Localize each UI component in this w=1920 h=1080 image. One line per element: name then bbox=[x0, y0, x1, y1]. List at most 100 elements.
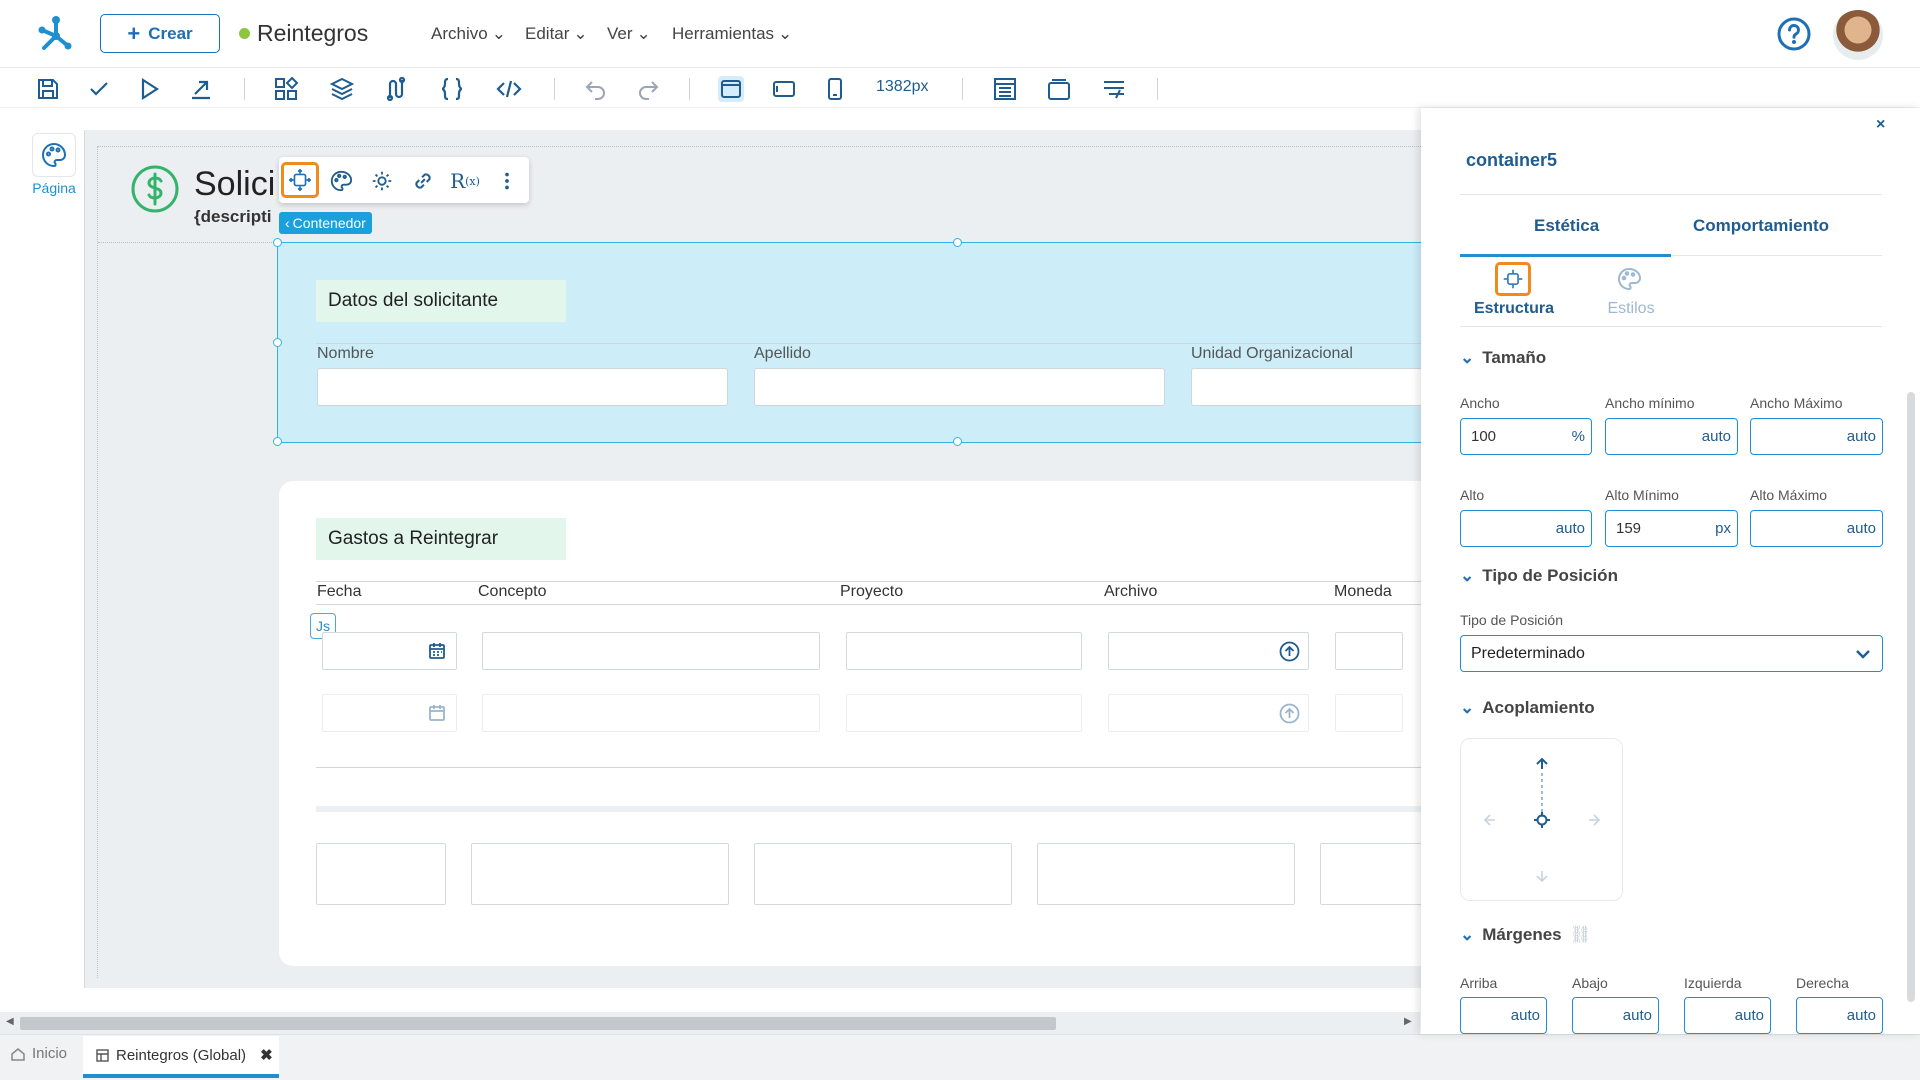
page-layout-icon[interactable] bbox=[992, 76, 1018, 102]
totals-cell[interactable] bbox=[754, 843, 1012, 905]
tab-reintegros-label: Reintegros (Global) bbox=[116, 1046, 247, 1064]
archivo-upload[interactable] bbox=[1108, 632, 1309, 670]
palette-icon[interactable] bbox=[326, 166, 356, 196]
panel-scrollbar[interactable] bbox=[1907, 392, 1915, 1002]
close-icon[interactable]: × bbox=[1876, 116, 1885, 134]
chevron-down-icon bbox=[1856, 649, 1870, 659]
palette-icon[interactable] bbox=[1616, 266, 1646, 296]
align-icon[interactable] bbox=[1101, 76, 1127, 102]
page-description[interactable]: {descripti bbox=[194, 207, 271, 227]
save-icon[interactable] bbox=[35, 76, 61, 102]
concepto-input[interactable] bbox=[482, 632, 820, 670]
container-breadcrumb-tag[interactable]: ‹ Contenedor bbox=[279, 212, 372, 234]
bottom-tab-bar bbox=[0, 1034, 1920, 1080]
desktop-view-icon[interactable] bbox=[718, 76, 744, 102]
tab-comportamiento[interactable]: Comportamiento bbox=[1693, 216, 1829, 236]
resize-handle[interactable] bbox=[273, 437, 282, 446]
flow-icon[interactable] bbox=[383, 76, 409, 102]
scroll-right-icon[interactable]: ▶ bbox=[1404, 1016, 1412, 1027]
margin-right-input[interactable]: auto bbox=[1796, 997, 1883, 1034]
unidad-organizacional-input[interactable] bbox=[1191, 368, 1427, 406]
min-height-label: Alto Mínimo bbox=[1605, 487, 1679, 503]
menu-archivo[interactable]: Archivo ⌄ bbox=[431, 24, 506, 44]
totals-cell[interactable] bbox=[1037, 843, 1295, 905]
undo-icon[interactable] bbox=[583, 76, 609, 102]
scrollbar-thumb[interactable] bbox=[20, 1017, 1056, 1030]
width-unit: % bbox=[1571, 428, 1585, 445]
resize-handle[interactable] bbox=[953, 437, 962, 446]
logo-icon[interactable] bbox=[34, 12, 78, 56]
subtabs-divider bbox=[1460, 326, 1882, 327]
max-height-input[interactable]: auto bbox=[1750, 510, 1883, 547]
close-icon[interactable]: ✖ bbox=[260, 1046, 273, 1064]
help-icon[interactable] bbox=[1777, 17, 1811, 51]
position-type-select[interactable]: Predeterminado bbox=[1460, 635, 1883, 672]
page-style-button[interactable] bbox=[32, 133, 76, 177]
layers-icon[interactable] bbox=[329, 76, 355, 102]
field-label-unidad: Unidad Organizacional bbox=[1191, 345, 1353, 362]
min-height-input[interactable]: 159 px bbox=[1605, 510, 1738, 547]
code-icon[interactable] bbox=[496, 76, 522, 102]
fecha-input[interactable] bbox=[322, 632, 457, 670]
upload-icon[interactable] bbox=[1279, 641, 1300, 662]
concepto-input-ghost bbox=[482, 694, 820, 732]
settings-icon[interactable] bbox=[367, 166, 397, 196]
subtab-estructura[interactable]: Estructura bbox=[1472, 300, 1556, 318]
check-icon[interactable] bbox=[86, 76, 112, 102]
user-avatar[interactable] bbox=[1833, 10, 1883, 60]
resize-handle[interactable] bbox=[273, 338, 282, 347]
rules-icon[interactable]: R (x) bbox=[450, 166, 480, 196]
margin-left-input[interactable]: auto bbox=[1684, 997, 1771, 1034]
braces-icon[interactable] bbox=[439, 76, 465, 102]
grid-header-bottom bbox=[316, 604, 1426, 605]
more-icon[interactable] bbox=[492, 166, 522, 196]
group-size[interactable]: ⌄ Tamaño bbox=[1460, 348, 1546, 368]
structure-icon[interactable] bbox=[281, 162, 319, 198]
canvas-width-readout: 1382px bbox=[876, 78, 929, 95]
window-icon[interactable] bbox=[1046, 76, 1072, 102]
structure-icon[interactable] bbox=[1495, 262, 1531, 296]
column-header-fecha: Fecha bbox=[317, 583, 362, 600]
margin-bottom-input[interactable]: auto bbox=[1572, 997, 1659, 1034]
moneda-input[interactable] bbox=[1335, 632, 1403, 670]
min-height-unit: px bbox=[1715, 520, 1731, 537]
resize-handle[interactable] bbox=[273, 238, 282, 247]
apellido-input[interactable] bbox=[754, 368, 1165, 406]
create-button[interactable]: + Crear bbox=[100, 14, 220, 53]
totals-cell[interactable] bbox=[1320, 843, 1427, 905]
link-icon[interactable] bbox=[408, 166, 438, 196]
menu-herramientas[interactable]: Herramientas ⌄ bbox=[672, 24, 792, 44]
publish-icon[interactable] bbox=[188, 76, 214, 102]
group-margins[interactable]: ⌄ Márgenes ⛓ bbox=[1460, 925, 1591, 945]
play-icon[interactable] bbox=[136, 76, 162, 102]
proyecto-input[interactable] bbox=[846, 632, 1082, 670]
group-docking[interactable]: ⌄ Acoplamiento bbox=[1460, 698, 1595, 718]
tab-reintegros[interactable]: Reintegros (Global) ✖ bbox=[83, 1036, 279, 1078]
column-header-moneda: Moneda bbox=[1334, 583, 1392, 600]
mobile-view-icon[interactable] bbox=[822, 76, 848, 102]
group-position[interactable]: ⌄ Tipo de Posición bbox=[1460, 566, 1618, 586]
calendar-icon[interactable] bbox=[428, 642, 446, 660]
max-width-input[interactable]: auto bbox=[1750, 418, 1883, 455]
totals-cell[interactable] bbox=[471, 843, 729, 905]
menu-editar[interactable]: Editar ⌄ bbox=[525, 24, 588, 44]
max-height-label: Alto Máximo bbox=[1750, 487, 1828, 503]
menu-ver[interactable]: Ver ⌄ bbox=[607, 24, 651, 44]
redo-icon[interactable] bbox=[635, 76, 661, 102]
subtab-estilos[interactable]: Estilos bbox=[1596, 300, 1666, 318]
page-heading[interactable]: Solici bbox=[194, 165, 275, 204]
scroll-left-icon[interactable]: ◀ bbox=[6, 1016, 14, 1027]
link-icon[interactable]: ⛓ bbox=[1570, 925, 1592, 945]
margin-top-input[interactable]: auto bbox=[1460, 997, 1547, 1034]
margin-top-value: auto bbox=[1510, 1007, 1540, 1024]
height-input[interactable]: auto bbox=[1460, 510, 1592, 547]
min-width-input[interactable]: auto bbox=[1605, 418, 1738, 455]
tab-estetica[interactable]: Estética bbox=[1534, 216, 1599, 236]
tab-home[interactable]: Inicio bbox=[10, 1045, 67, 1062]
resize-handle[interactable] bbox=[953, 238, 962, 247]
totals-cell[interactable] bbox=[316, 843, 446, 905]
tablet-view-icon[interactable] bbox=[771, 76, 797, 102]
nombre-input[interactable] bbox=[317, 368, 728, 406]
width-input[interactable]: 100% bbox=[1460, 418, 1592, 455]
components-icon[interactable] bbox=[273, 76, 299, 102]
